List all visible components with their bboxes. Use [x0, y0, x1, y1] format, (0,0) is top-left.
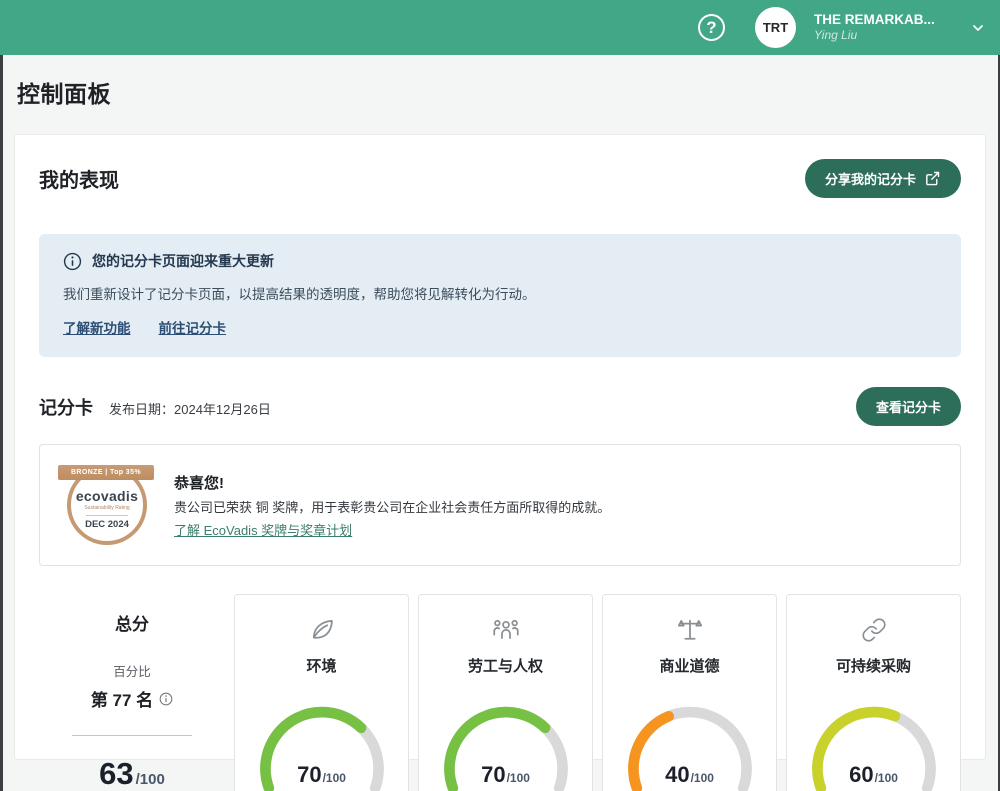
overall-score-value: 63	[99, 756, 133, 791]
theme-score-max: /100	[507, 771, 530, 785]
theme-label: 环境	[306, 655, 336, 676]
company-name: THE REMARKAB...	[814, 12, 944, 29]
percentile-rank: 第 77 名	[91, 686, 153, 711]
theme-label: 商业道德	[659, 655, 719, 676]
top-navigation-bar: ? TRT THE REMARKAB... Ying Liu	[0, 0, 1000, 55]
share-icon	[924, 170, 941, 187]
info-icon	[63, 252, 82, 271]
theme-label: 可持续采购	[836, 655, 911, 676]
banner-body: 我们重新设计了记分卡页面，以提高结果的透明度，帮助您将见解转化为行动。	[63, 283, 937, 303]
medal-program-link[interactable]: 了解 EcoVadis 奖牌与奖章计划	[174, 520, 352, 539]
avatar[interactable]: TRT	[755, 7, 796, 48]
leaf-icon	[308, 615, 336, 645]
window-edge-left	[0, 55, 3, 791]
learn-new-features-link[interactable]: 了解新功能	[63, 317, 131, 337]
divider	[72, 735, 192, 736]
scales-icon	[676, 615, 704, 645]
medal-subtitle: Sustainability Rating	[84, 505, 129, 511]
chevron-down-icon[interactable]	[970, 20, 986, 36]
award-title: 恭喜您!	[174, 472, 610, 493]
theme-card-sustainable-procurement: 可持续采购 60 /100	[786, 594, 961, 791]
banner-title: 您的记分卡页面迎来重大更新	[92, 251, 274, 271]
view-scorecard-button[interactable]: 查看记分卡	[856, 387, 961, 426]
theme-score-value: 60	[849, 762, 873, 788]
overall-score-title: 总分	[115, 610, 149, 635]
view-scorecard-label: 查看记分卡	[876, 397, 941, 416]
award-body: 贵公司已荣获 铜 奖牌，用于表彰贵公司在企业社会责任方面所取得的成就。	[174, 497, 610, 516]
performance-title: 我的表现	[39, 164, 119, 193]
performance-panel: 我的表现 分享我的记分卡 您的记分卡页面迎来重大更新 我们重新设计了记分卡页面，…	[14, 134, 986, 760]
score-gauge: 70 /100	[435, 698, 577, 790]
page-title: 控制面板	[17, 75, 1000, 109]
medal-date: DEC 2024	[85, 519, 129, 530]
scorecard-title: 记分卡	[39, 394, 93, 420]
score-gauge: 70 /100	[251, 698, 393, 790]
theme-score-max: /100	[323, 771, 346, 785]
theme-label: 劳工与人权	[468, 655, 543, 676]
award-card: BRONZE | Top 35% ecovadis Sustainability…	[39, 444, 961, 566]
go-to-scorecard-link[interactable]: 前往记分卡	[159, 317, 227, 337]
help-icon[interactable]: ?	[698, 14, 725, 41]
chain-link-icon	[861, 615, 887, 645]
medal-brand: ecovadis	[76, 488, 138, 504]
theme-score-max: /100	[875, 771, 898, 785]
user-name: Ying Liu	[814, 28, 944, 43]
overall-score-block: 总分 百分比 第 77 名 63 /100	[39, 594, 225, 791]
theme-card-labor-human-rights: 劳工与人权 70 /100	[418, 594, 593, 791]
theme-score-value: 40	[665, 762, 689, 788]
theme-score-value: 70	[297, 762, 321, 788]
score-gauge: 60 /100	[803, 698, 945, 790]
theme-card-ethics: 商业道德 40 /100	[602, 594, 777, 791]
user-menu[interactable]: THE REMARKAB... Ying Liu	[814, 12, 944, 44]
share-scorecard-button[interactable]: 分享我的记分卡	[805, 159, 961, 198]
theme-score-max: /100	[691, 771, 714, 785]
overall-score-max: /100	[136, 771, 165, 788]
ecovadis-bronze-medal: BRONZE | Top 35% ecovadis Sustainability…	[60, 459, 152, 551]
scorecard-published-date: 发布日期：2024年12月26日	[109, 399, 271, 418]
scores-row: 总分 百分比 第 77 名 63 /100	[39, 594, 961, 791]
update-banner: 您的记分卡页面迎来重大更新 我们重新设计了记分卡页面，以提高结果的透明度，帮助您…	[39, 234, 961, 357]
theme-score-value: 70	[481, 762, 505, 788]
people-icon	[491, 615, 521, 645]
info-icon[interactable]	[159, 692, 173, 706]
score-gauge: 40 /100	[619, 698, 761, 790]
percentile-label: 百分比	[113, 661, 151, 680]
medal-ribbon: BRONZE | Top 35%	[58, 465, 154, 480]
theme-card-environment: 环境 70 /100	[234, 594, 409, 791]
share-scorecard-label: 分享我的记分卡	[825, 169, 916, 188]
